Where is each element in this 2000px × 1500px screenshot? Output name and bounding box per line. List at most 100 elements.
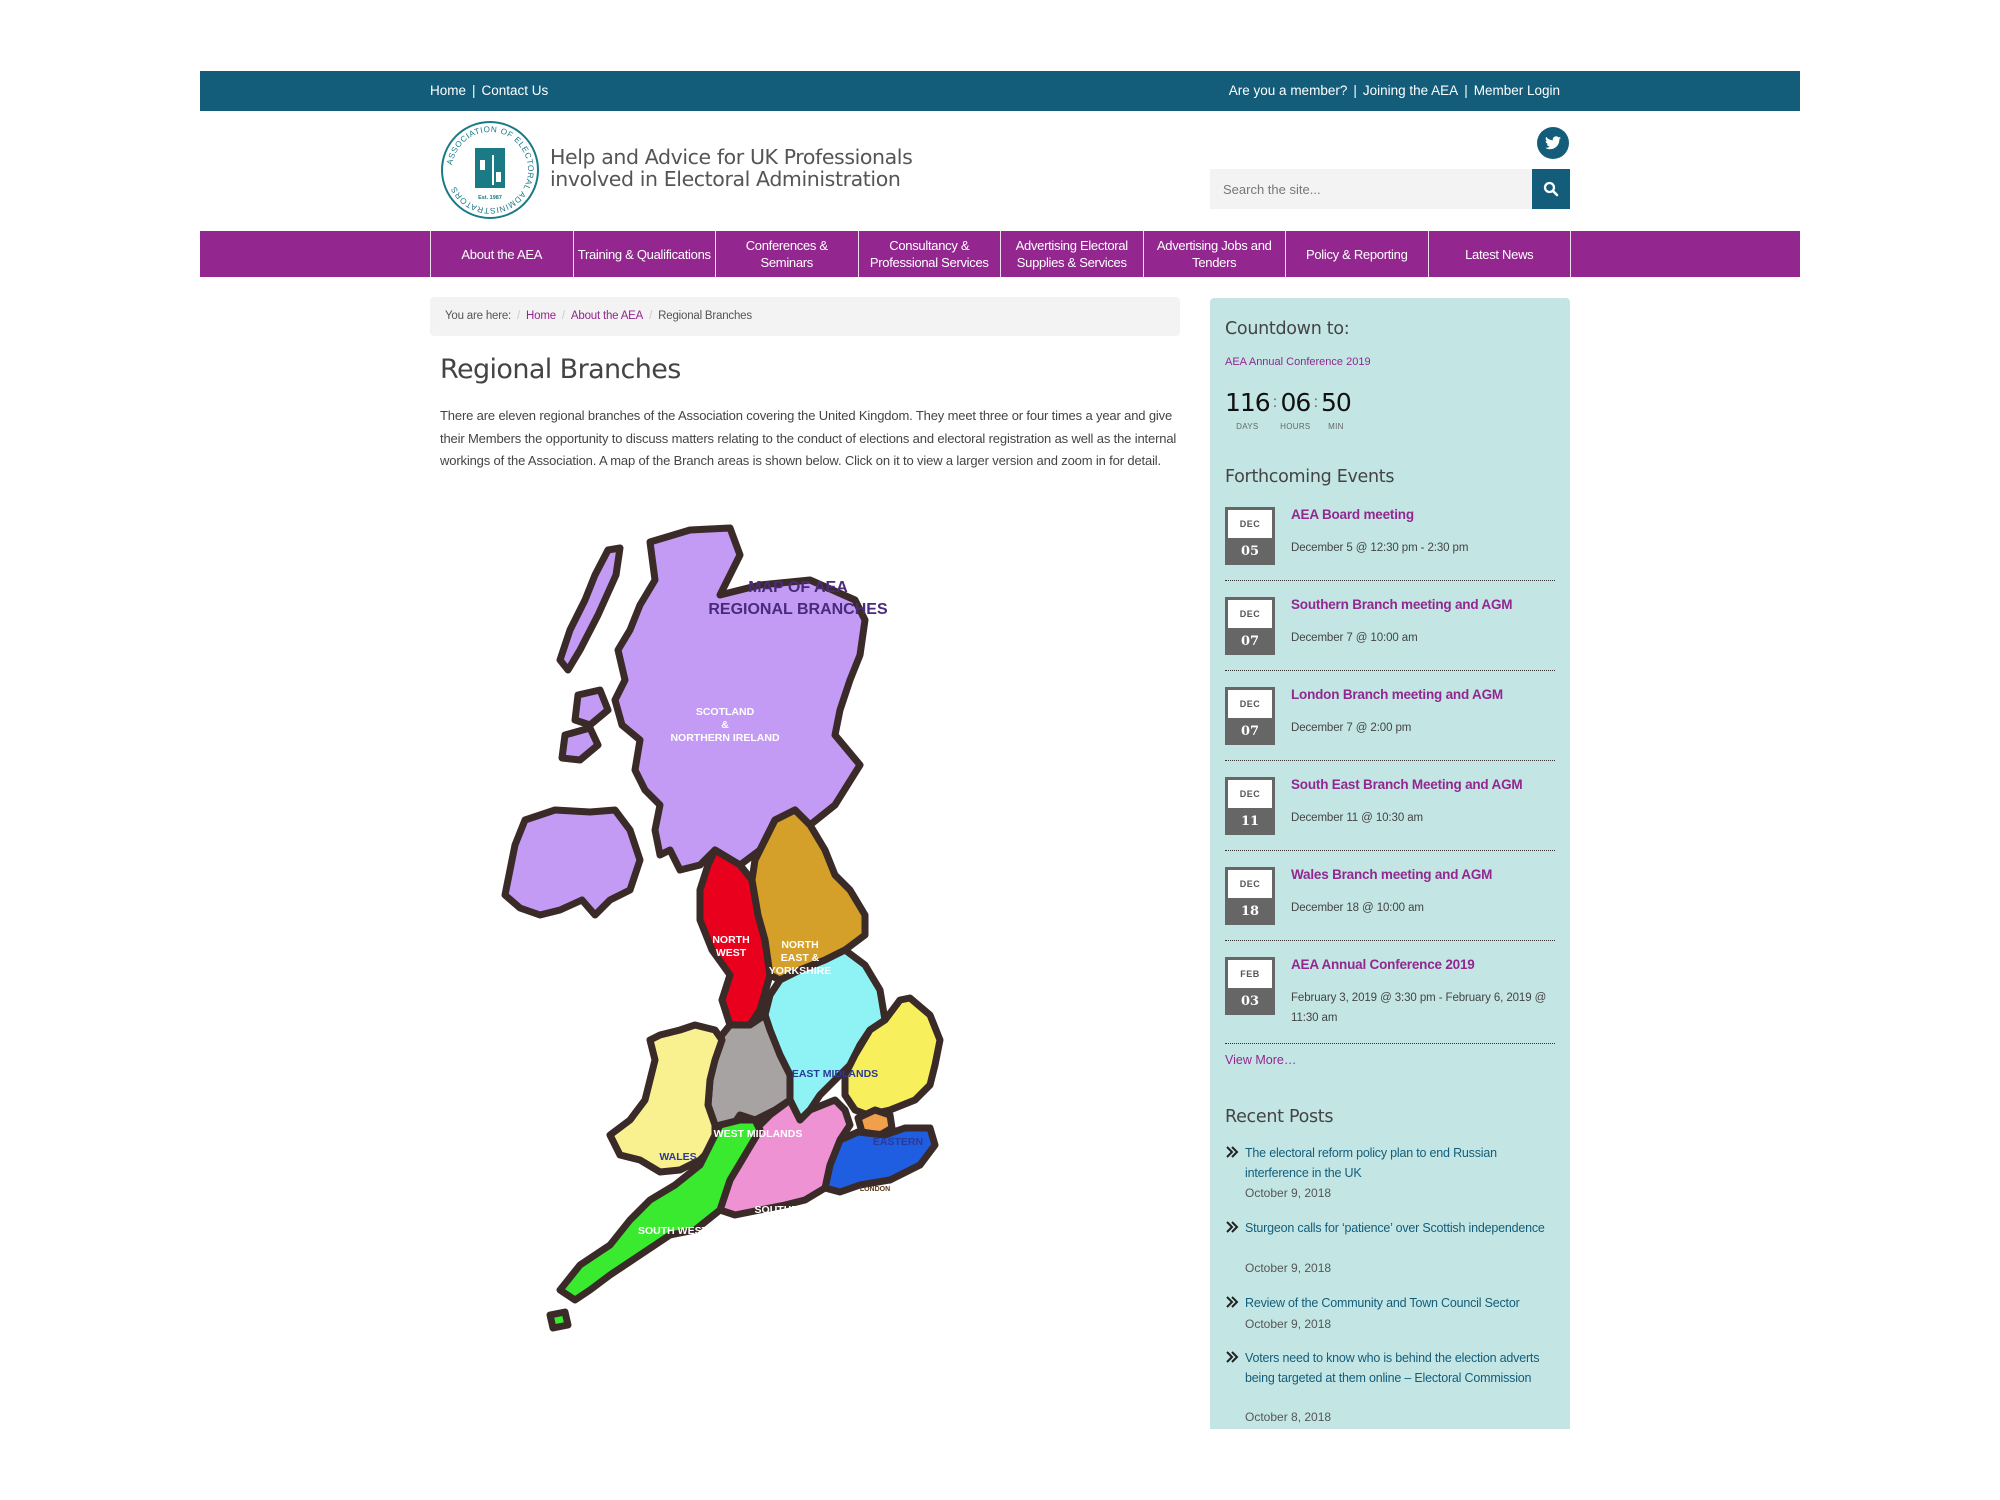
countdown-hours-value: 06	[1280, 388, 1311, 417]
double-chevron-right-icon	[1226, 1296, 1239, 1308]
separator: |	[1353, 83, 1357, 98]
event-day: 03	[1240, 994, 1260, 1009]
member-login-link[interactable]: Member Login	[1474, 83, 1560, 98]
contact-us-link[interactable]: Contact Us	[482, 83, 549, 98]
event-divider	[1225, 760, 1555, 761]
map-label-south-east: SOUTH EAST	[848, 1213, 916, 1225]
map-label-scotland: SCOTLAND	[696, 706, 755, 718]
nav-item-advertising-jobs-tenders[interactable]: Advertising Jobs and Tenders	[1144, 231, 1286, 277]
event-day: 07	[1240, 634, 1260, 649]
home-link[interactable]: Home	[430, 83, 466, 98]
nav-item-policy-reporting[interactable]: Policy & Reporting	[1286, 231, 1429, 277]
recent-posts-heading: Recent Posts	[1225, 1107, 1334, 1127]
sidebar: Countdown to: AEA Annual Conference 2019…	[1210, 298, 1570, 1429]
event-month: DEC	[1228, 600, 1272, 628]
event-title-link[interactable]: AEA Board meeting	[1291, 507, 1414, 522]
map-label-north-east-1: NORTH	[781, 939, 818, 951]
map-label-west-midlands: WEST MIDLANDS	[714, 1128, 803, 1140]
event-datetime: December 5 @ 12:30 pm - 2:30 pm	[1291, 542, 1469, 554]
main-navigation: About the AEA Training & Qualifications …	[200, 231, 1800, 277]
recent-post-date: October 8, 2018	[1245, 1410, 1332, 1424]
recent-post-date: October 9, 2018	[1245, 1317, 1332, 1331]
event-item: DEC 05 AEA Board meeting December 5 @ 12:…	[1225, 498, 1555, 588]
forthcoming-events-heading: Forthcoming Events	[1225, 467, 1395, 487]
event-title-link[interactable]: AEA Annual Conference 2019	[1291, 957, 1475, 972]
countdown-minutes-value: 50	[1321, 388, 1352, 417]
view-more-events-link[interactable]: View More…	[1225, 1053, 1296, 1067]
event-divider	[1225, 580, 1555, 581]
map-label-southern: SOUTHERN	[755, 1204, 814, 1216]
separator: |	[1464, 83, 1468, 98]
event-datetime: February 3, 2019 @ 3:30 pm - February 6,…	[1291, 992, 1547, 1024]
uk-branch-map: MAP OF AEA REGIONAL BRANCHES SCOTLAND & …	[501, 524, 944, 1332]
event-item: DEC 11 South East Branch Meeting and AGM …	[1225, 768, 1555, 858]
event-item: DEC 18 Wales Branch meeting and AGM Decem…	[1225, 858, 1555, 948]
regional-branches-map[interactable]: MAP OF AEA REGIONAL BRANCHES SCOTLAND & …	[490, 520, 1105, 1390]
recent-post-link[interactable]: Sturgeon calls for ‘patience’ over Scott…	[1245, 1219, 1545, 1239]
breadcrumb-about-the-aea[interactable]: About the AEA	[571, 310, 643, 322]
top-utility-bar: Home | Contact Us Are you a member? | Joinin…	[200, 71, 1800, 111]
map-region-scottish-islands	[558, 724, 602, 764]
recent-post-link[interactable]: Voters need to know who is behind the el…	[1245, 1349, 1545, 1388]
countdown-hours-label: HOURS	[1280, 422, 1311, 431]
search-button[interactable]	[1532, 169, 1570, 209]
countdown-timer: 116 DAYS : 06 HOURS : 50 MIN	[1225, 388, 1352, 432]
map-region-isle	[546, 1308, 572, 1332]
nav-item-training-qualifications[interactable]: Training & Qualifications	[574, 231, 716, 277]
aea-logo-emblem-icon: ASSOCIATION OF ELECTORAL ADMINISTRATORS …	[441, 121, 539, 219]
tagline-line-2: involved in Electoral Administration	[550, 167, 901, 191]
nav-item-conferences-seminars[interactable]: Conferences & Seminars	[716, 231, 859, 277]
recent-post-link[interactable]: Review of the Community and Town Council…	[1245, 1294, 1545, 1314]
countdown-days-label: DAYS	[1236, 422, 1259, 431]
countdown-minutes-label: MIN	[1328, 422, 1344, 431]
map-label-eastern: EASTERN	[873, 1136, 923, 1148]
map-label-south-west: SOUTH WEST	[638, 1225, 709, 1237]
countdown-event-link[interactable]: AEA Annual Conference 2019	[1225, 356, 1371, 368]
aea-logo[interactable]: ASSOCIATION OF ELECTORAL ADMINISTRATORS …	[440, 120, 540, 220]
event-date-badge: DEC 07	[1225, 597, 1275, 655]
separator: |	[472, 83, 476, 98]
search-input[interactable]	[1210, 169, 1532, 209]
countdown-minutes: 50 MIN	[1321, 388, 1352, 432]
are-you-a-member-link[interactable]: Are you a member?	[1229, 83, 1348, 98]
nav-item-about-the-aea[interactable]: About the AEA	[431, 231, 574, 277]
joining-the-aea-link[interactable]: Joining the AEA	[1363, 83, 1458, 98]
event-item: DEC 07 Southern Branch meeting and AGM De…	[1225, 588, 1555, 678]
event-month: FEB	[1228, 960, 1272, 988]
map-label-wales: WALES	[659, 1151, 696, 1163]
page-title: Regional Branches	[440, 354, 681, 385]
event-day: 07	[1240, 724, 1260, 739]
event-title-link[interactable]: Wales Branch meeting and AGM	[1291, 867, 1492, 882]
map-title-line-2: REGIONAL BRANCHES	[708, 601, 888, 618]
twitter-button[interactable]	[1537, 127, 1569, 159]
event-title-link[interactable]: Southern Branch meeting and AGM	[1291, 597, 1513, 612]
breadcrumb-home[interactable]: Home	[526, 310, 556, 322]
countdown-hours: 06 HOURS	[1280, 388, 1311, 432]
event-month: DEC	[1228, 510, 1272, 538]
recent-post-link[interactable]: The electoral reform policy plan to end …	[1245, 1144, 1545, 1183]
nav-item-consultancy-professional-services[interactable]: Consultancy & Professional Services	[859, 231, 1001, 277]
intro-paragraph: There are eleven regional branches of th…	[440, 408, 1177, 468]
breadcrumb-separator: /	[561, 310, 565, 322]
map-label-north-west-2: WEST	[716, 947, 747, 959]
map-region-hebrides	[556, 544, 624, 674]
map-region-northern-ireland	[501, 806, 644, 919]
event-title-link[interactable]: London Branch meeting and AGM	[1291, 687, 1503, 702]
countdown-days: 116 DAYS	[1225, 390, 1271, 432]
event-item: FEB 03 AEA Annual Conference 2019 Februar…	[1225, 948, 1555, 1053]
map-label-north-west-1: NORTH	[712, 934, 749, 946]
event-date-badge: DEC 18	[1225, 867, 1275, 925]
recent-post-date: October 9, 2018	[1245, 1261, 1332, 1275]
event-divider	[1225, 670, 1555, 671]
event-day: 11	[1240, 814, 1260, 829]
event-divider	[1225, 850, 1555, 851]
site-tagline: Help and Advice for UK Professionals inv…	[550, 146, 913, 191]
event-datetime: December 18 @ 10:00 am	[1291, 902, 1424, 914]
nav-item-advertising-electoral-supplies[interactable]: Advertising Electoral Supplies & Service…	[1001, 231, 1144, 277]
map-label-scotland-amp: &	[721, 719, 729, 731]
event-date-badge: FEB 03	[1225, 957, 1275, 1015]
event-title-link[interactable]: South East Branch Meeting and AGM	[1291, 777, 1523, 792]
nav-item-latest-news[interactable]: Latest News	[1429, 231, 1571, 277]
map-label-north-east-2: EAST &	[781, 952, 820, 964]
event-date-badge: DEC 05	[1225, 507, 1275, 565]
